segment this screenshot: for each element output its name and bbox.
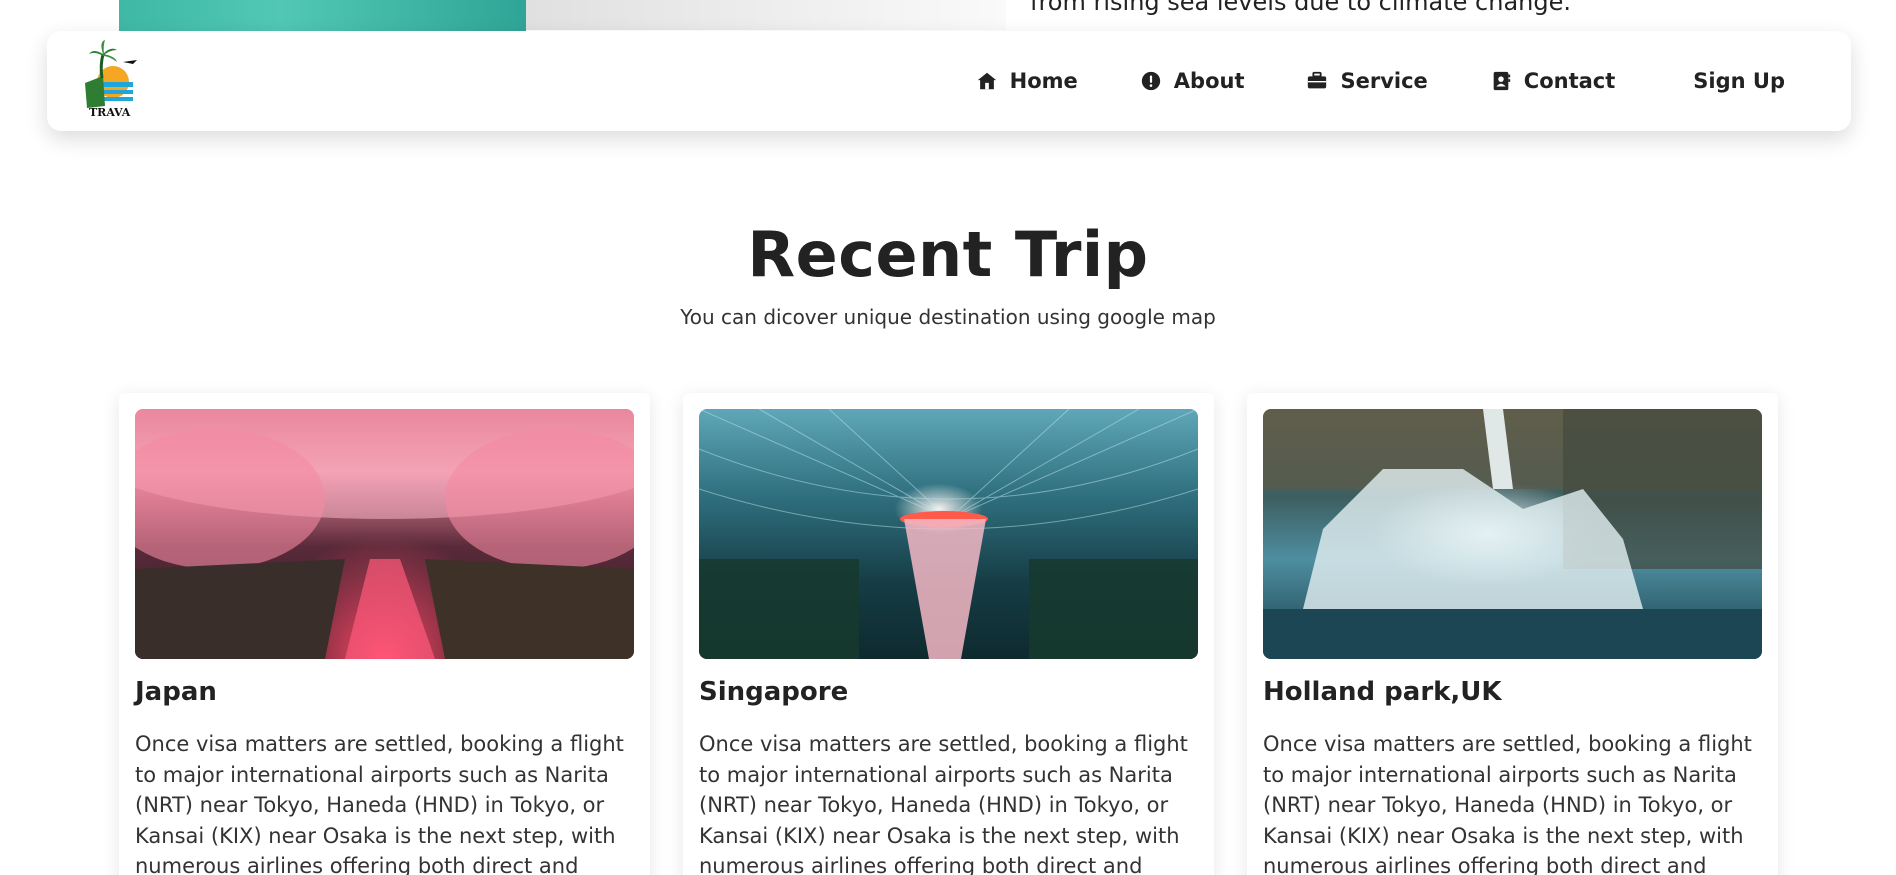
trip-card-japan[interactable]: Japan Once visa matters are settled, boo…: [119, 393, 650, 875]
briefcase-icon: [1308, 71, 1327, 89]
previous-section-peek: from rising sea levels due to climate ch…: [0, 0, 1896, 34]
section-subtitle: You can dicover unique destination using…: [680, 305, 1216, 329]
waterfall-art: [1263, 409, 1762, 659]
jewel-rain-vortex-image: [699, 409, 1198, 659]
card-text: Once visa matters are settled, booking a…: [135, 732, 624, 875]
jewel-rain-vortex-art: [699, 409, 1198, 659]
logo-text: TRAVA: [89, 106, 131, 118]
nav-links: Home About Service Contact Sign Up: [914, 31, 1785, 131]
contact-book-icon: [1493, 71, 1510, 91]
nav-item-about[interactable]: About: [1140, 69, 1245, 93]
previous-section-image: [119, 0, 526, 34]
cherry-blossom-canal-art: [135, 409, 634, 659]
nav-item-contact[interactable]: Contact: [1490, 69, 1616, 93]
card-title: Holland park,UK: [1263, 677, 1502, 707]
section-title: Recent Trip: [747, 218, 1149, 291]
palm-tree-sunset-logo: TRAVA: [85, 40, 137, 119]
card-title: Singapore: [699, 677, 849, 707]
house-icon: [977, 72, 996, 90]
card-text: Once visa matters are settled, booking a…: [1263, 732, 1752, 875]
nav-item-service[interactable]: Service: [1306, 69, 1428, 93]
waterfall-image: [1263, 409, 1762, 659]
card-title: Japan: [135, 677, 217, 707]
nav-item-home[interactable]: Home: [976, 69, 1078, 93]
exclamation-circle-icon: [1141, 71, 1160, 91]
brand-logo[interactable]: TRAVA: [81, 38, 141, 119]
trip-card-holland-park[interactable]: Holland park,UK Once visa matters are se…: [1247, 393, 1778, 875]
previous-section-text: from rising sea levels due to climate ch…: [1030, 0, 1572, 16]
nav-item-label: Home: [1009, 69, 1078, 93]
navbar: TRAVA Home About Service Contact Sign Up: [47, 31, 1851, 131]
signup-button[interactable]: Sign Up: [1693, 69, 1785, 93]
card-text: Once visa matters are settled, booking a…: [699, 732, 1188, 875]
nav-item-label: Contact: [1523, 69, 1616, 93]
nav-item-label: About: [1173, 69, 1245, 93]
nav-item-label: Service: [1340, 69, 1428, 93]
trip-card-singapore[interactable]: Singapore Once visa matters are settled,…: [683, 393, 1214, 875]
cherry-blossom-canal-image: [135, 409, 634, 659]
previous-section-shadow: [526, 0, 1006, 30]
